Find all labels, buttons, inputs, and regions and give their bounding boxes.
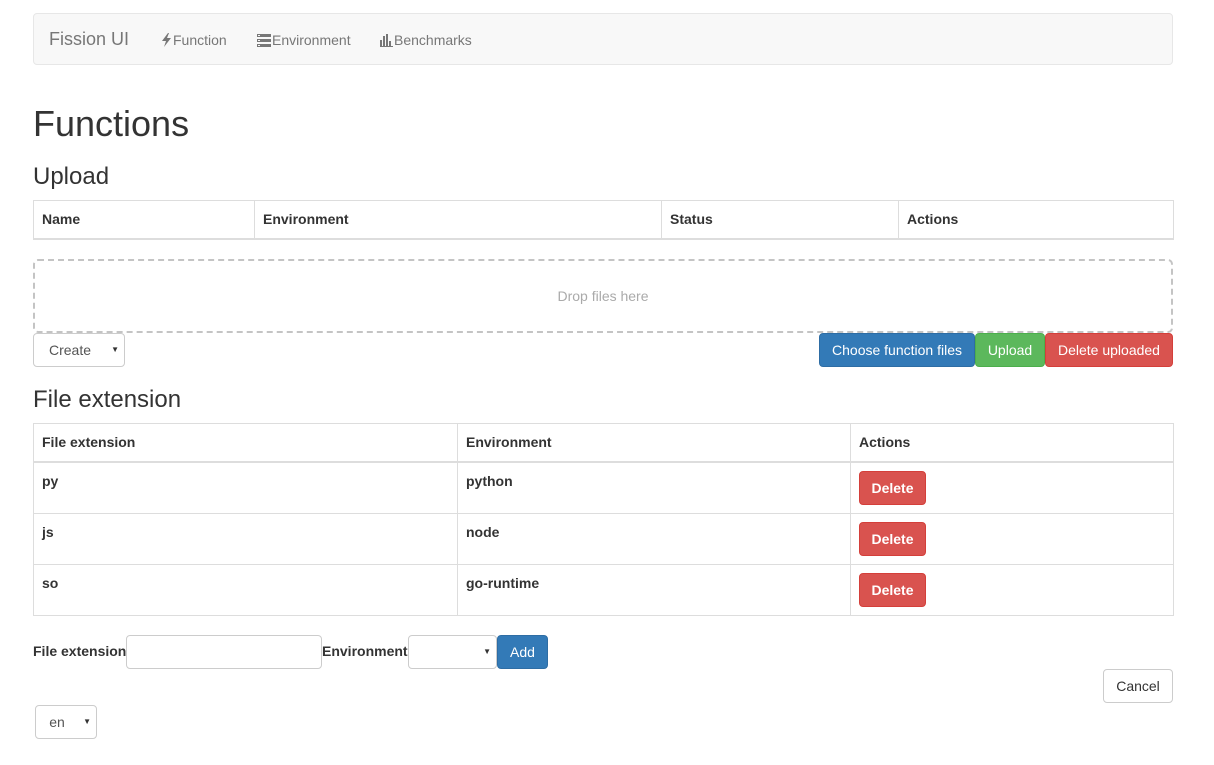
choose-function-files-button[interactable]: Choose function files (819, 333, 975, 367)
table-row: so go-runtime Delete (33, 563, 1174, 616)
nav-function-link[interactable]: Function (161, 31, 227, 49)
environment-select[interactable]: ▼ (408, 635, 497, 669)
nav-benchmarks-link[interactable]: Benchmarks (380, 31, 472, 49)
create-select[interactable]: Create ▼ (33, 333, 125, 367)
chevron-down-icon: ▼ (111, 345, 119, 354)
add-button[interactable]: Add (497, 635, 548, 669)
nav-environment-label: Environment (272, 32, 351, 48)
environment-cell: python (457, 461, 851, 514)
nav-benchmarks-label: Benchmarks (394, 32, 472, 48)
extension-cell: so (33, 563, 458, 616)
chevron-down-icon: ▼ (483, 647, 491, 656)
table-row: py python Delete (33, 461, 1174, 514)
actions-cell: Delete (850, 563, 1174, 616)
language-select[interactable]: en ▼ (35, 705, 97, 739)
file-extension-label: File extension (33, 643, 127, 659)
dropzone-text: Drop files here (557, 288, 649, 304)
list-icon (257, 33, 272, 47)
column-header: File extension (33, 423, 458, 463)
create-select-value: Create (48, 342, 92, 358)
file-dropzone[interactable]: Drop files here (33, 259, 1173, 333)
chevron-down-icon: ▼ (83, 717, 91, 726)
column-header: Actions (850, 423, 1174, 463)
bolt-icon (161, 33, 173, 47)
bar-chart-icon (380, 33, 394, 47)
column-header: Environment (457, 423, 851, 463)
actions-cell: Delete (850, 461, 1174, 514)
column-header: Actions (898, 200, 1174, 240)
delete-button[interactable]: Delete (859, 470, 926, 505)
cancel-button[interactable]: Cancel (1103, 669, 1173, 703)
navbar: Fission UI Function Environment Benchmar… (33, 13, 1173, 65)
environment-cell: node (457, 512, 851, 565)
file-extension-table: File extension Environment Actions py py… (33, 423, 1174, 616)
environment-label: Environment (322, 643, 408, 659)
environment-cell: go-runtime (457, 563, 851, 616)
file-extension-input[interactable] (126, 635, 322, 669)
column-header: Name (33, 200, 255, 240)
column-header: Environment (254, 200, 662, 240)
nav-function-label: Function (173, 32, 227, 48)
extension-cell: js (33, 512, 458, 565)
extension-cell: py (33, 461, 458, 514)
page-title: Functions (33, 103, 190, 144)
upload-table: Name Environment Status Actions (33, 200, 1174, 240)
nav-environment-link[interactable]: Environment (257, 31, 351, 49)
file-extension-section-title: File extension (33, 386, 182, 413)
brand-link[interactable]: Fission UI (49, 29, 129, 49)
table-row: js node Delete (33, 512, 1174, 565)
delete-uploaded-button[interactable]: Delete uploaded (1045, 333, 1173, 367)
file-extension-table-header: File extension Environment Actions (33, 423, 1174, 463)
delete-button[interactable]: Delete (859, 572, 926, 607)
upload-button[interactable]: Upload (975, 333, 1045, 367)
actions-cell: Delete (850, 512, 1174, 565)
language-select-value: en (49, 714, 65, 730)
delete-button[interactable]: Delete (859, 521, 926, 556)
upload-section-title: Upload (33, 163, 110, 190)
column-header: Status (661, 200, 899, 240)
upload-table-header: Name Environment Status Actions (33, 200, 1174, 240)
